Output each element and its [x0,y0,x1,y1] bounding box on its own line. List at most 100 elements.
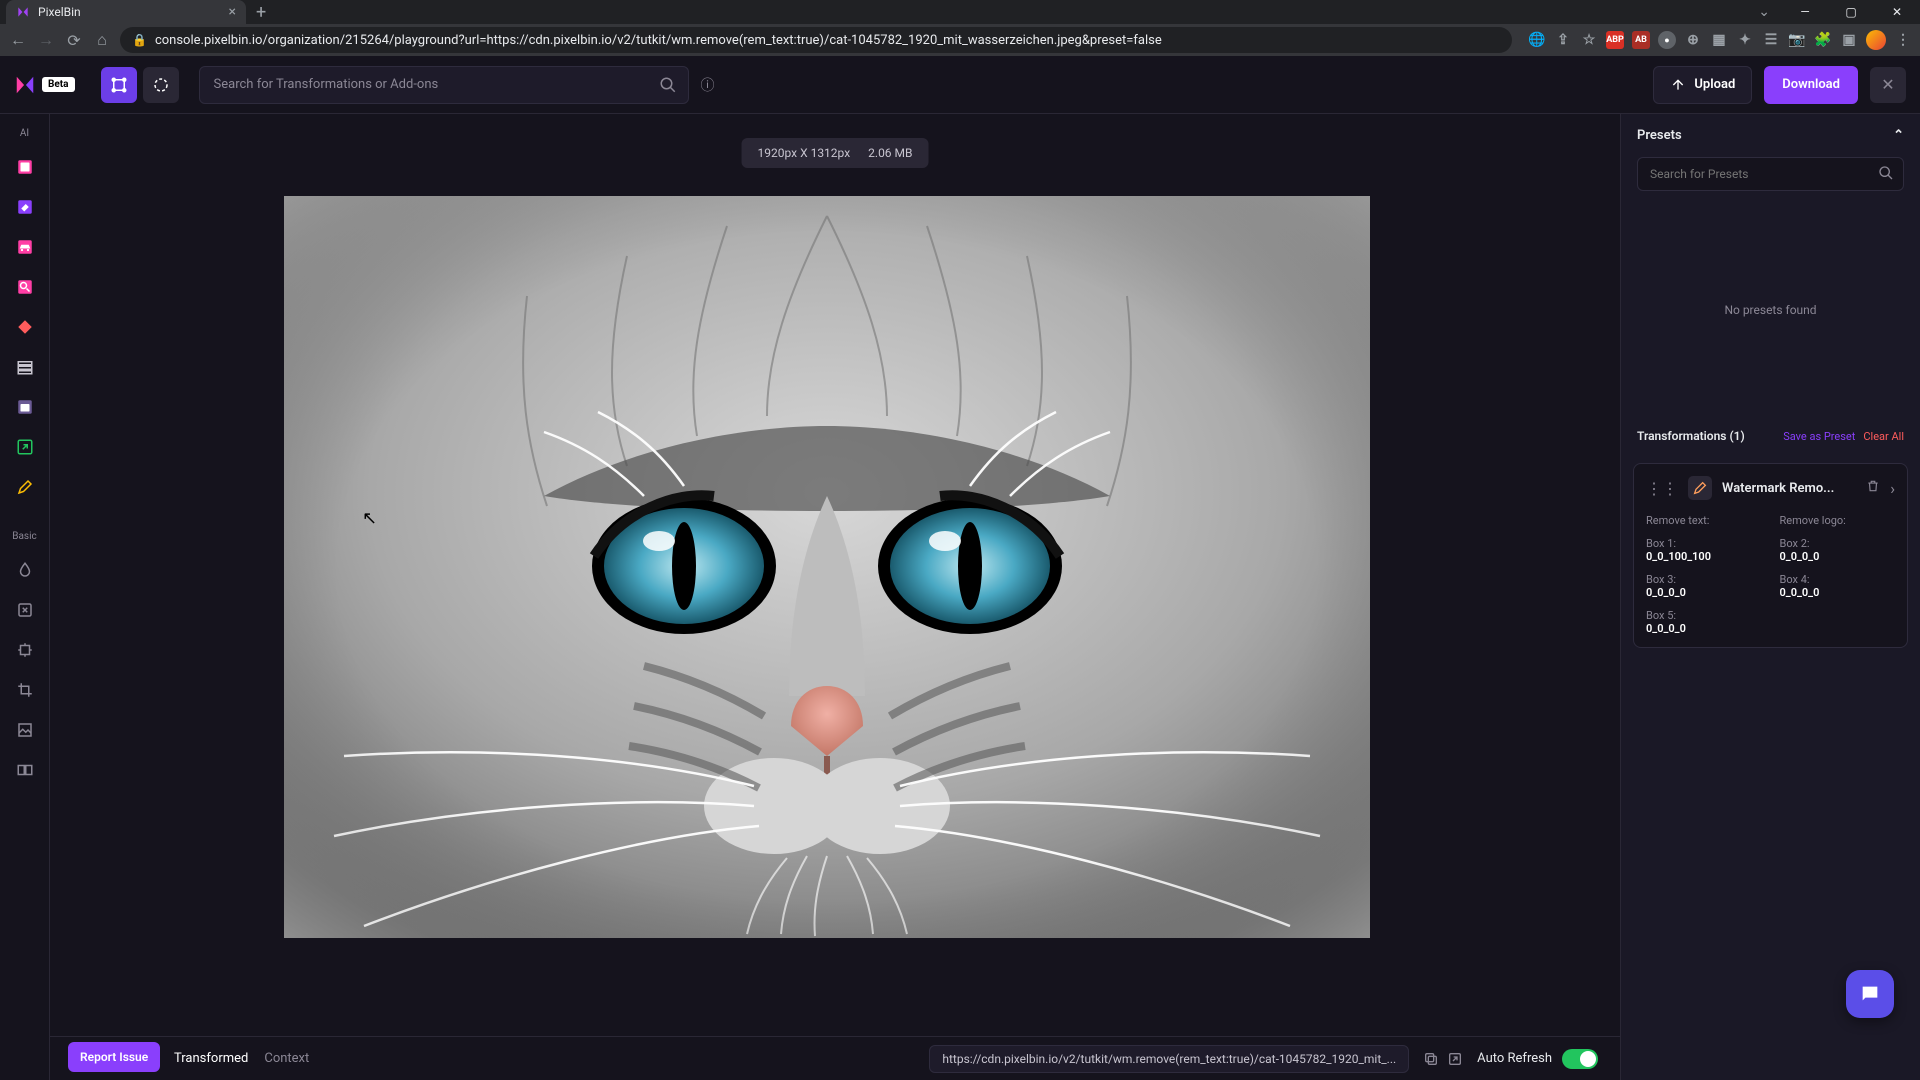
tab-context[interactable]: Context [264,1051,309,1066]
open-url-icon[interactable] [1447,1051,1463,1067]
abp2-extension-icon[interactable]: AB [1632,31,1650,49]
search-wrap [199,66,689,104]
close-window-button[interactable]: ✕ [1874,0,1920,24]
rail-blur[interactable] [9,554,41,586]
rail-brush[interactable] [9,471,41,503]
chat-fab[interactable] [1846,970,1894,1018]
image-filesize: 2.06 MB [868,146,912,160]
new-tab-button[interactable]: + [246,2,276,23]
chevron-up-icon[interactable]: ⌃ [1893,128,1904,143]
presets-search-input[interactable] [1637,157,1904,191]
image-preview[interactable] [284,196,1370,938]
param-remove-text-label: Remove text: [1646,514,1762,527]
extensions-icon[interactable]: 🧩 [1814,31,1832,49]
cursor-icon: ↖ [362,508,377,529]
url-bar[interactable]: 🔒 console.pixelbin.io/organization/21526… [120,27,1512,53]
rail-external[interactable] [9,431,41,463]
camera-extension-icon[interactable]: 📷 [1788,31,1806,49]
param-box1-label: Box 1: [1646,537,1762,550]
left-rail: AI Basic [0,114,50,1080]
profile-avatar[interactable] [1866,30,1886,50]
no-presets-message: No presets found [1621,203,1920,417]
logo-icon [14,74,36,96]
search-icon[interactable] [659,76,677,94]
upload-icon [1670,77,1686,93]
tab-close-icon[interactable]: × [229,4,236,20]
minimize-button[interactable]: — [1782,0,1828,24]
rail-diamond[interactable] [9,311,41,343]
param-remove-logo-label: Remove logo: [1780,514,1896,527]
search-input[interactable] [199,66,689,104]
logo[interactable]: Beta [14,74,75,96]
ext2-icon[interactable]: ⊕ [1684,31,1702,49]
presets-title: Presets [1637,128,1682,143]
rail-flip[interactable] [9,754,41,786]
presets-head[interactable]: Presets ⌃ [1621,114,1920,157]
rail-car[interactable] [9,231,41,263]
param-box4-label: Box 4: [1780,573,1896,586]
share-icon[interactable]: ⇪ [1554,31,1572,49]
rail-crop[interactable] [9,674,41,706]
lock-icon: 🔒 [132,33,147,47]
delete-transformation-icon[interactable] [1866,479,1880,498]
forward-button[interactable]: → [36,30,56,50]
image-meta: 1920px X 1312px 2.06 MB [742,138,929,168]
ext5-icon[interactable]: ☰ [1762,31,1780,49]
rail-erase[interactable] [9,191,41,223]
rail-window[interactable] [9,391,41,423]
output-url[interactable]: https://cdn.pixelbin.io/v2/tutkit/wm.rem… [929,1045,1409,1073]
param-box2-label: Box 2: [1780,537,1896,550]
menu-icon[interactable]: ⋮ [1894,31,1912,49]
back-button[interactable]: ← [8,30,28,50]
rail-compress[interactable] [9,594,41,626]
drag-handle-icon[interactable]: ⋮⋮ [1646,479,1678,498]
ext-icon[interactable]: ● [1658,31,1676,49]
rail-flat[interactable] [9,714,41,746]
tab-title: PixelBin [38,5,81,19]
param-box1-value: 0_0_100_100 [1646,550,1762,563]
ext4-icon[interactable]: ✦ [1736,31,1754,49]
expand-transformation-icon[interactable]: › [1890,479,1895,498]
bookmark-icon[interactable]: ☆ [1580,31,1598,49]
panel-icon[interactable]: ▣ [1840,31,1858,49]
rail-layers[interactable] [9,351,41,383]
bottom-bar: Transformed Context https://cdn.pixelbin… [50,1036,1620,1080]
abp-extension-icon[interactable]: ABP [1606,31,1624,49]
auto-refresh-toggle[interactable] [1562,1049,1598,1069]
right-panel: Presets ⌃ No presets found Transformatio… [1620,114,1920,1080]
ext3-icon[interactable]: ▦ [1710,31,1728,49]
rail-bg-remove[interactable] [9,151,41,183]
report-issue-button[interactable]: Report Issue [68,1042,160,1072]
transformations-head: Transformations (1) Save as Preset Clear… [1621,417,1920,455]
clear-all-link[interactable]: Clear All [1863,430,1904,443]
rail-section-basic: Basic [12,531,37,542]
presets-search-icon[interactable] [1878,165,1894,181]
browser-tab[interactable]: PixelBin × [6,0,246,24]
cat-image [284,196,1370,938]
info-icon[interactable]: ⓘ [701,75,715,95]
window-controls: — ▢ ✕ [1782,0,1920,24]
rail-enhance[interactable] [9,271,41,303]
param-box5-label: Box 5: [1646,609,1762,622]
image-dimensions: 1920px X 1312px [758,146,851,160]
param-box3-label: Box 3: [1646,573,1762,586]
tab-transformed[interactable]: Transformed [174,1051,248,1066]
param-box5-value: 0_0_0_0 [1646,622,1762,635]
chevron-down-icon[interactable]: ⌄ [1758,4,1770,20]
rail-extend[interactable] [9,634,41,666]
home-button[interactable]: ⌂ [92,30,112,50]
maximize-button[interactable]: ▢ [1828,0,1874,24]
download-button[interactable]: Download [1764,66,1858,104]
url-text: console.pixelbin.io/organization/215264/… [155,33,1162,48]
save-preset-link[interactable]: Save as Preset [1783,430,1855,443]
mode-select-button[interactable] [101,67,137,103]
close-panel-button[interactable]: ✕ [1870,67,1906,103]
upload-button[interactable]: Upload [1653,66,1752,104]
reload-button[interactable]: ⟳ [64,31,84,50]
param-box3-value: 0_0_0_0 [1646,586,1762,599]
nav-extensions: 🌐 ⇪ ☆ ABP AB ● ⊕ ▦ ✦ ☰ 📷 🧩 ▣ ⋮ [1528,30,1912,50]
watermark-remove-icon [1688,476,1712,500]
mode-transform-button[interactable] [143,67,179,103]
copy-url-icon[interactable] [1423,1051,1439,1067]
translate-icon[interactable]: 🌐 [1528,31,1546,49]
